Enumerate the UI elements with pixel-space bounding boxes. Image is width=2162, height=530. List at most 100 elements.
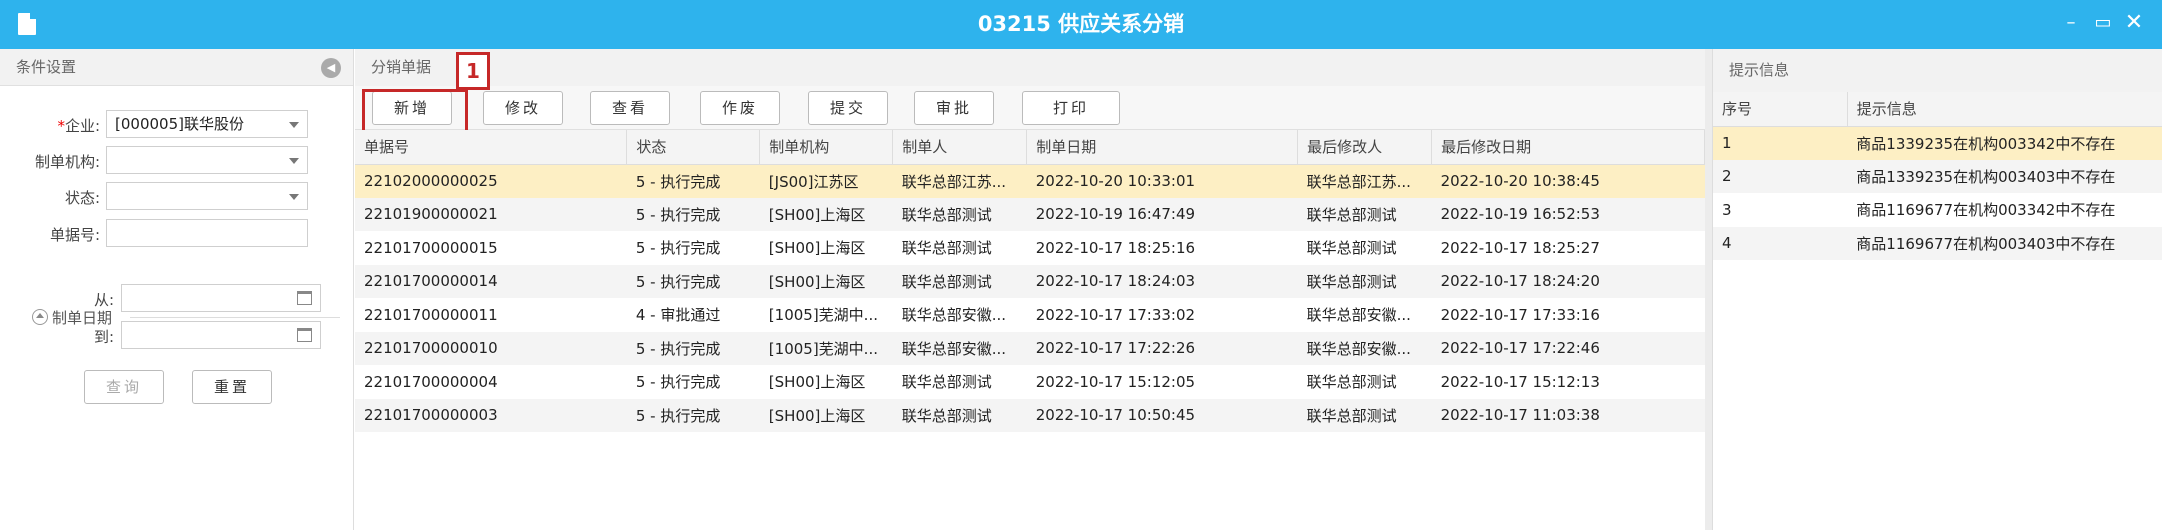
divider: [130, 317, 340, 318]
column-header[interactable]: 制单机构: [759, 130, 894, 165]
column-header[interactable]: 制单日期: [1026, 130, 1299, 165]
table-cell: 1: [1713, 126, 1848, 160]
table-cell: [SH00]上海区: [759, 264, 893, 298]
table-cell: 联华总部测试: [1297, 264, 1432, 298]
table-cell: 22101700000015: [364, 238, 498, 257]
calendar-icon[interactable]: [297, 291, 312, 305]
minimize-button[interactable]: –: [2060, 12, 2082, 34]
close-button[interactable]: ✕: [2123, 12, 2145, 34]
table-row[interactable]: 22101700000003 5 - 执行完成 [SH00]上海区 联华总部测试 202…: [355, 398, 1705, 432]
table-cell: 商品1169677在机构003342中不存在: [1856, 201, 2116, 220]
column-header[interactable]: 单据号: [355, 130, 628, 165]
company-select[interactable]: [000005]联华股份: [106, 110, 308, 138]
doc-no-label: 单据号:: [49, 226, 100, 244]
filter-panel-header: 条件设置 ◀: [0, 49, 353, 86]
table-cell: 22101700000004: [364, 372, 498, 391]
doc-no-input[interactable]: [106, 219, 308, 247]
collapse-left-icon[interactable]: ◀: [321, 58, 341, 78]
table-cell: 5 - 执行完成: [626, 164, 760, 198]
table-cell: 5 - 执行完成: [635, 373, 721, 392]
table-row[interactable]: 3 商品1169677在机构003342中不存在: [1713, 193, 2162, 227]
message-panel-header: 提示信息: [1713, 49, 2162, 92]
table-cell: 2: [1713, 159, 1848, 193]
approve-button[interactable]: 审批: [914, 91, 994, 125]
void-button[interactable]: 作废: [700, 91, 780, 125]
table-cell: 联华总部测试: [892, 398, 1027, 432]
print-button[interactable]: 打印: [1022, 91, 1120, 125]
table-cell: 联华总部安徽...: [1306, 306, 1411, 325]
column-header[interactable]: 序号: [1713, 92, 1848, 127]
table-cell: 联华总部测试: [1306, 239, 1397, 258]
table-cell: 商品1169677在机构003403中不存在: [1847, 226, 2162, 260]
table-cell: 2022-10-17 11:03:38: [1431, 398, 1705, 432]
table-cell: 22101700000010: [355, 331, 627, 365]
table-cell: 2022-10-19 16:47:49: [1026, 197, 1298, 231]
table-cell: 22101700000003: [355, 398, 627, 432]
highlight-annotation: [362, 89, 468, 135]
date-from-input[interactable]: [121, 284, 321, 312]
status-select[interactable]: [106, 182, 308, 210]
table-cell: 4: [1713, 226, 1848, 260]
table-cell: 5 - 执行完成: [626, 331, 760, 365]
table-cell: [JS00]江苏区: [759, 164, 893, 198]
table-cell: [1005]芜湖中...: [759, 331, 893, 365]
column-header[interactable]: 最后修改日期: [1431, 130, 1705, 165]
table-cell: 联华总部测试: [892, 264, 1027, 298]
filter-panel-title: 条件设置: [16, 58, 77, 76]
query-button[interactable]: 查询: [84, 370, 164, 404]
table-row[interactable]: 22101700000015 5 - 执行完成 [SH00]上海区 联华总部测试 202…: [355, 231, 1705, 265]
table-row[interactable]: 1 商品1339235在机构003342中不存在: [1713, 126, 2162, 160]
table-cell: 22101900000021: [355, 197, 627, 231]
window-title: 03215 供应关系分销: [977, 12, 1185, 36]
table-cell: 联华总部测试: [901, 239, 992, 258]
table-row[interactable]: 4 商品1169677在机构003403中不存在: [1713, 226, 2162, 260]
column-header[interactable]: 制单人: [892, 130, 1028, 165]
view-button[interactable]: 查看: [590, 91, 670, 125]
document-panel: 分销单据 新增 修改 查看 作废 提交 审批 打印 1 单据号 状态 制单机构 …: [355, 49, 1705, 530]
table-cell: 联华总部测试: [901, 373, 992, 392]
document-panel-title: 分销单据: [371, 58, 432, 76]
table-cell: 2022-10-17 15:12:05: [1035, 372, 1196, 391]
table-row[interactable]: 22101700000011 4 - 审批通过 [1005]芜湖中... 联华总部安徽…: [355, 298, 1705, 332]
table-row[interactable]: 22102000000025 5 - 执行完成 [JS00]江苏区 联华总部江苏...…: [355, 164, 1705, 198]
table-cell: [SH00]上海区: [759, 197, 893, 231]
table-cell: 联华总部江苏...: [1297, 164, 1432, 198]
edit-button[interactable]: 修改: [483, 91, 563, 125]
panel-splitter[interactable]: [1705, 49, 1712, 530]
date-group-toggle[interactable]: 制单日期: [32, 307, 112, 328]
column-header[interactable]: 状态: [626, 130, 761, 165]
date-to-input[interactable]: [121, 321, 321, 349]
table-row[interactable]: 22101900000021 5 - 执行完成 [SH00]上海区 联华总部测试 202…: [355, 197, 1705, 231]
chevron-down-icon: [289, 194, 299, 200]
table-row[interactable]: 22101700000014 5 - 执行完成 [SH00]上海区 联华总部测试 202…: [355, 264, 1705, 298]
restore-button[interactable]: ▭: [2092, 12, 2114, 34]
table-cell: [SH00]上海区: [768, 373, 866, 392]
table-cell: 联华总部安徽...: [1297, 331, 1432, 365]
reset-button[interactable]: 重置: [192, 370, 272, 404]
table-cell: 2022-10-19 16:52:53: [1431, 197, 1705, 231]
message-panel-title: 提示信息: [1729, 61, 1790, 79]
submit-button[interactable]: 提交: [808, 91, 888, 125]
org-select[interactable]: [106, 146, 308, 174]
title-bar: 03215 供应关系分销 – ▭ ✕: [0, 0, 2162, 49]
table-row[interactable]: 22101700000004 5 - 执行完成 [SH00]上海区 联华总部测试 202…: [355, 365, 1705, 399]
table-cell: 2022-10-17 10:50:45: [1026, 398, 1298, 432]
table-cell: 22101700000011: [364, 305, 498, 324]
table-cell: 2022-10-17 18:25:16: [1035, 238, 1196, 257]
table-cell: 2022-10-20 10:33:01: [1026, 164, 1298, 198]
column-header[interactable]: 最后修改人: [1297, 130, 1433, 165]
table-cell: 联华总部测试: [1297, 197, 1432, 231]
table-row[interactable]: 22101700000010 5 - 执行完成 [1005]芜湖中... 联华总部安徽…: [355, 331, 1705, 365]
step-badge: 1: [456, 52, 490, 90]
table-cell: 2022-10-17 18:25:27: [1440, 238, 1600, 257]
table-cell: 2022-10-17 18:24:03: [1026, 264, 1298, 298]
chevron-down-icon: [289, 158, 299, 164]
message-table: 序号 提示信息 1 商品1339235在机构003342中不存在 2 商品133923…: [1713, 92, 2162, 260]
table-cell: 联华总部测试: [1297, 398, 1432, 432]
table-cell: 联华总部测试: [892, 197, 1027, 231]
calendar-icon[interactable]: [297, 328, 312, 342]
table-cell: 联华总部江苏...: [892, 164, 1027, 198]
column-header[interactable]: 提示信息: [1847, 92, 2162, 127]
table-cell: 5 - 执行完成: [626, 264, 760, 298]
table-row[interactable]: 2 商品1339235在机构003403中不存在: [1713, 159, 2162, 193]
